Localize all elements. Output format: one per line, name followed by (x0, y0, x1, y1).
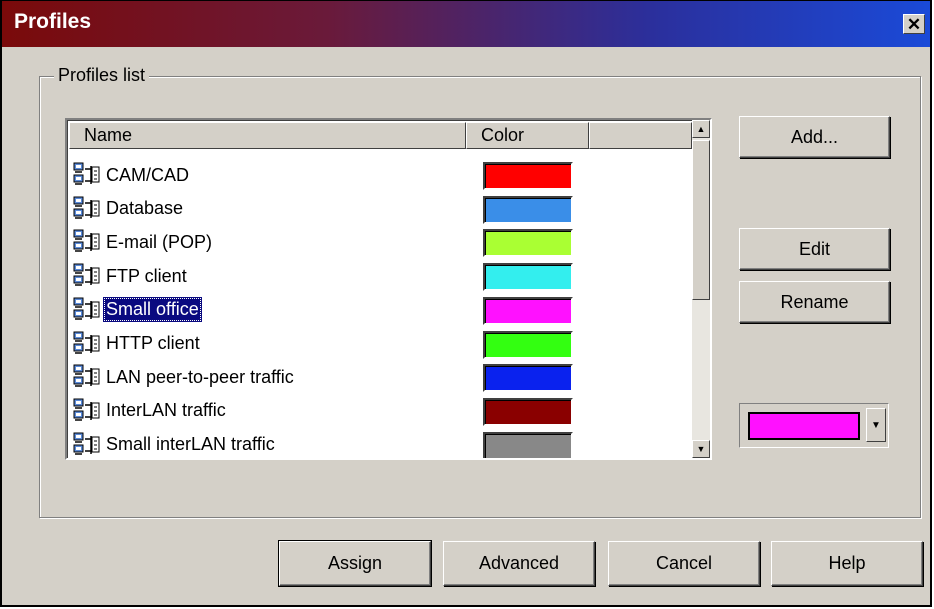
title-bar[interactable]: Profiles (2, 1, 930, 47)
list-item[interactable]: Small interLAN traffic (73, 429, 278, 458)
network-profile-icon (73, 162, 101, 188)
list-item-name: E-mail (POP) (106, 231, 213, 252)
list-item-name: CAM/CAD (106, 164, 190, 185)
list-item[interactable]: InterLAN traffic (73, 395, 229, 427)
group-label: Profiles list (54, 65, 150, 86)
column-header-color[interactable]: Color (466, 122, 589, 149)
network-profile-icon (73, 331, 101, 357)
advanced-button[interactable]: Advanced (443, 541, 595, 586)
cancel-button[interactable]: Cancel (608, 541, 760, 586)
dropdown-arrow-icon: ▼ (871, 419, 881, 431)
list-item-color-swatch (483, 195, 573, 224)
network-profile-icon (73, 364, 101, 390)
list-scrollbar[interactable]: ▲ ▼ (692, 120, 710, 458)
list-item-color-swatch (483, 263, 573, 292)
edit-button[interactable]: Edit (739, 228, 890, 270)
list-item[interactable]: CAM/CAD (73, 159, 192, 191)
list-item-name: HTTP client (106, 333, 200, 353)
network-profile-icon (73, 398, 101, 424)
list-item[interactable]: FTP client (73, 260, 190, 292)
network-profile-icon (73, 297, 101, 323)
list-item-name: InterLAN traffic (106, 400, 226, 421)
list-item[interactable]: Database (73, 193, 186, 225)
list-item-color-swatch (483, 296, 573, 325)
window-title: Profiles (14, 10, 92, 33)
network-profile-icon (73, 432, 101, 458)
scroll-up-button[interactable]: ▲ (692, 120, 710, 138)
column-header-name[interactable]: Name (69, 122, 466, 149)
close-button[interactable]: ✕ (903, 14, 925, 34)
list-item-name: Database (106, 198, 184, 219)
close-icon: ✕ (906, 14, 922, 34)
scroll-down-button[interactable]: ▼ (692, 440, 710, 458)
list-item-name: FTP client (106, 265, 187, 286)
color-picker[interactable]: ▼ (739, 403, 889, 448)
arrow-up-icon: ▲ (696, 124, 706, 134)
list-item-color-swatch (483, 431, 573, 458)
list-item[interactable]: HTTP client (73, 328, 203, 360)
dropdown-arrow-button[interactable]: ▼ (866, 408, 886, 442)
rename-button[interactable]: Rename (739, 281, 890, 323)
assign-button[interactable]: Assign (278, 540, 432, 587)
list-header: Name Color (69, 122, 692, 149)
network-profile-icon (73, 263, 101, 289)
list-item-color-swatch (483, 330, 573, 359)
profiles-dialog: Profiles ✕ Profiles list Name Color CAM/… (0, 0, 932, 607)
profiles-list[interactable]: Name Color CAM/CAD Database E-mail (POP) FT… (65, 118, 712, 460)
color-picker-swatch[interactable] (748, 412, 860, 440)
list-item-color-swatch (483, 364, 573, 393)
help-button[interactable]: Help (771, 541, 923, 586)
list-item-name: Small office (103, 297, 202, 323)
column-header-empty[interactable] (589, 122, 692, 149)
add-button[interactable]: Add... (739, 116, 890, 158)
list-item[interactable]: LAN peer-to-peer traffic (73, 361, 297, 393)
arrow-down-icon: ▼ (696, 444, 706, 454)
scroll-thumb[interactable] (692, 140, 710, 300)
list-item-color-swatch (483, 229, 573, 258)
list-item[interactable]: E-mail (POP) (73, 226, 215, 258)
list-item-name: Small interLAN traffic (106, 434, 275, 455)
list-item[interactable]: Small office (73, 294, 202, 326)
list-item-color-swatch (483, 162, 573, 190)
list-item-color-swatch (483, 397, 573, 426)
list-item-name: LAN peer-to-peer traffic (106, 366, 294, 387)
network-profile-icon (73, 196, 101, 222)
network-profile-icon (73, 229, 101, 255)
